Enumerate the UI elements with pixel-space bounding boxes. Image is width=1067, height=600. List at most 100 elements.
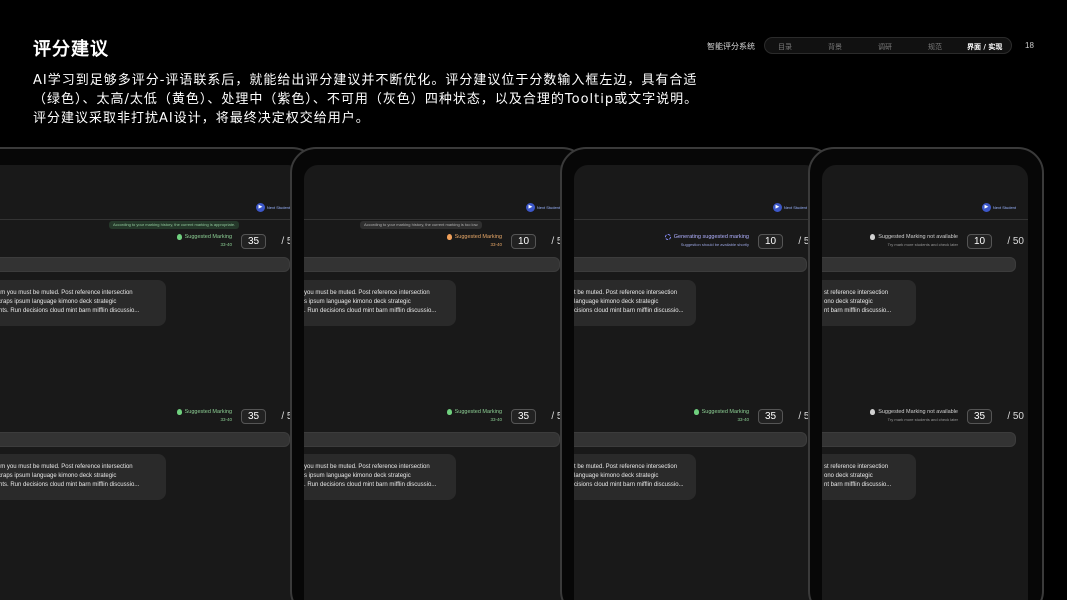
nav-item-contents[interactable]: 目录 [778, 42, 792, 52]
lightbulb-icon [176, 409, 182, 415]
suggested-marking[interactable]: Suggested Marking 33-40 [446, 233, 502, 249]
score-input[interactable]: 10 [758, 234, 783, 249]
next-student-label: Next Student [783, 205, 807, 210]
next-student-button[interactable]: ▶ Next Student [525, 203, 560, 212]
comment-card[interactable]: t be muted. Post reference intersection … [574, 454, 696, 500]
card-line: st reference intersection [824, 290, 889, 296]
intro-line: （绿色）、太高/太低（黄色）、处理中（紫色）、不可用（灰色）四种状态，以及合理的… [33, 92, 699, 107]
lightbulb-icon [693, 409, 699, 415]
suggested-marking-label: Generating suggested marking [673, 234, 749, 240]
card-line: nt barn mifflin discussio... [824, 482, 892, 488]
score-input[interactable]: 10 [511, 234, 536, 249]
next-student-button[interactable]: ▶ Next Student [255, 203, 290, 212]
next-student-label: Next Student [536, 205, 560, 210]
suggested-marking-label: Suggested Marking [184, 234, 232, 240]
tablet-screen: ▶ Next Student According to your marking… [304, 165, 572, 600]
nav-item-guidelines[interactable]: 规范 [928, 42, 942, 52]
divider [304, 219, 572, 220]
suggested-marking-label: Suggested Marking [454, 234, 502, 240]
next-student-button[interactable]: ▶ Next Student [981, 203, 1016, 212]
score-input[interactable]: 10 [967, 234, 992, 249]
tablet-screen: ▶ Next Student Generating suggested mark… [574, 165, 819, 600]
suggested-marking[interactable]: Suggested Marking not available Try mark… [870, 408, 958, 424]
comment-input[interactable] [304, 432, 560, 447]
suggestion-status: Try mark more students and check later [887, 417, 958, 422]
card-line: you must be muted. Post reference inters… [304, 464, 430, 470]
score-input[interactable]: 35 [511, 409, 536, 424]
card-line: t be muted. Post reference intersection [574, 464, 678, 470]
card-line: t be muted. Post reference intersection [574, 290, 678, 296]
score-input[interactable]: 35 [967, 409, 992, 424]
comment-input[interactable] [822, 257, 1016, 272]
card-line: s ipsum language kimono deck strategic [304, 473, 411, 479]
nav-item-background[interactable]: 背景 [828, 42, 842, 52]
comment-card[interactable]: Office ipsum you must be muted. Post ref… [0, 280, 166, 326]
tablet-processing: ▶ Next Student Generating suggested mark… [560, 147, 835, 600]
next-arrow-icon: ▶ [255, 203, 265, 212]
comment-card[interactable]: you must be muted. Post reference inters… [304, 454, 456, 500]
divider [822, 219, 1028, 220]
next-student-button[interactable]: ▶ Next Student [772, 203, 807, 212]
card-line: language kimono deck strategic [574, 473, 659, 479]
page-title: 评分建议 [33, 39, 109, 60]
suggested-range: 33-40 [490, 417, 502, 422]
suggestion-status: Try mark more students and check later [887, 242, 958, 247]
suggested-marking[interactable]: Suggested Marking not available Try mark… [870, 233, 958, 249]
card-line: s ipsum language kimono deck strategic [304, 299, 411, 305]
next-arrow-icon: ▶ [772, 203, 782, 212]
suggested-range: 33-40 [220, 417, 232, 422]
nav-item-interface[interactable]: 界面 / 实现 [967, 42, 1002, 52]
card-line: . Run decisions cloud mint barn mifflin … [304, 308, 437, 314]
comment-card[interactable]: st reference intersection ono deck strat… [822, 454, 916, 500]
card-line: requirements. Run decisions cloud mint b… [0, 308, 140, 314]
card-line: cisions cloud mint barn mifflin discussi… [574, 308, 684, 314]
comment-input[interactable] [574, 432, 807, 447]
comment-card[interactable]: t be muted. Post reference intersection … [574, 280, 696, 326]
comment-input[interactable] [304, 257, 560, 272]
comment-input[interactable] [822, 432, 1016, 447]
suggested-marking[interactable]: Suggested Marking 33-40 [176, 408, 232, 424]
suggested-marking[interactable]: Suggested Marking 33-40 [446, 408, 502, 424]
system-name: 智能评分系统 [707, 42, 755, 51]
next-arrow-icon: ▶ [981, 203, 991, 212]
tablet-unavailable: ▶ Next Student Suggested Marking not ava… [808, 147, 1044, 600]
tablet-too-low: ▶ Next Student According to your marking… [290, 147, 588, 600]
comment-card[interactable]: you must be muted. Post reference inters… [304, 280, 456, 326]
next-student-label: Next Student [266, 205, 290, 210]
score-input[interactable]: 35 [241, 234, 266, 249]
card-line: . Run decisions cloud mint barn mifflin … [304, 482, 437, 488]
divider [0, 219, 302, 220]
comment-card[interactable]: st reference intersection ono deck strat… [822, 280, 916, 326]
suggested-marking[interactable]: Suggested Marking 33-40 [693, 408, 749, 424]
card-line: ono deck strategic [824, 473, 873, 479]
comment-input[interactable] [574, 257, 807, 272]
suggested-range: 33-40 [737, 417, 749, 422]
lightbulb-icon [870, 409, 876, 415]
card-line: ask we. Scraps ipsum language kimono dec… [0, 473, 117, 479]
score-input[interactable]: 35 [758, 409, 783, 424]
comment-input[interactable] [0, 257, 290, 272]
page-number: 18 [1025, 41, 1034, 50]
card-line: requirements. Run decisions cloud mint b… [0, 482, 140, 488]
score-input[interactable]: 35 [241, 409, 266, 424]
card-line: cisions cloud mint barn mifflin discussi… [574, 482, 684, 488]
comment-card[interactable]: Office ipsum you must be muted. Post ref… [0, 454, 166, 500]
tablet-screen: ▶ Next Student Suggested Marking not ava… [822, 165, 1028, 600]
nav-item-research[interactable]: 调研 [878, 42, 892, 52]
comment-input[interactable] [0, 432, 290, 447]
tablet-appropriate: ▶ Next Student According to your marking… [0, 147, 318, 600]
suggested-marking[interactable]: Generating suggested marking Suggestion … [664, 233, 749, 249]
suggested-marking[interactable]: Suggested Marking 33-40 [176, 233, 232, 249]
tablet-screen: ▶ Next Student According to your marking… [0, 165, 302, 600]
card-line: nt barn mifflin discussio... [824, 308, 892, 314]
card-line: language kimono deck strategic [574, 299, 659, 305]
card-line: st reference intersection [824, 464, 889, 470]
next-arrow-icon: ▶ [525, 203, 535, 212]
card-line: you must be muted. Post reference inters… [304, 290, 430, 296]
card-line: ono deck strategic [824, 299, 873, 305]
loading-spinner-icon [664, 234, 671, 240]
card-line: Office ipsum you must be muted. Post ref… [0, 290, 133, 296]
score-total: / 50 [1007, 236, 1024, 247]
suggested-marking-label: Suggested Marking [454, 409, 502, 415]
suggestion-status: Suggestion should be available shortly [680, 242, 749, 247]
